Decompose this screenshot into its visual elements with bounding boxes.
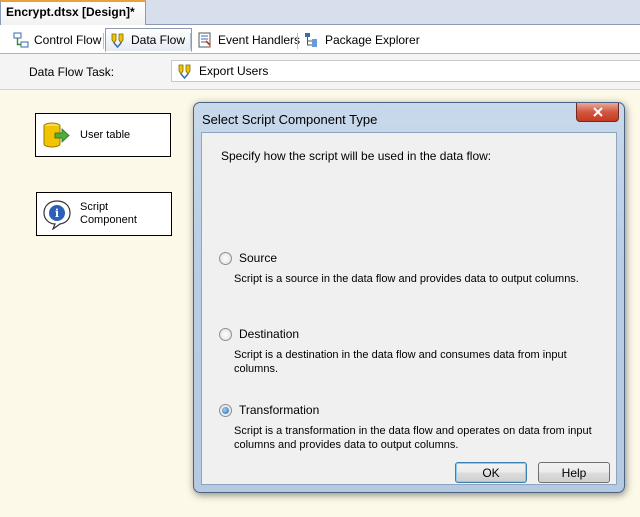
source-label[interactable]: Source <box>239 251 277 265</box>
tab-label: Control Flow <box>34 33 102 47</box>
dialog-title: Select Script Component Type <box>202 112 378 127</box>
tab-separator <box>297 33 298 49</box>
database-source-icon <box>43 122 70 148</box>
data-flow-task-dropdown[interactable]: Export Users <box>171 60 640 82</box>
dialog-body: Specify how the script will be used in t… <box>201 132 617 485</box>
tab-label: Package Explorer <box>325 33 420 47</box>
data-flow-task-label: Data Flow Task: <box>29 65 115 79</box>
control-flow-icon <box>13 32 29 48</box>
dialog-instruction: Specify how the script will be used in t… <box>221 149 492 163</box>
tab-event-handlers[interactable]: Event Handlers <box>193 29 306 51</box>
help-button[interactable]: Help <box>538 462 610 483</box>
tab-label: Data Flow <box>131 33 186 47</box>
svg-text:i: i <box>55 207 59 220</box>
transformation-description-line2: columns and provides data to output colu… <box>234 439 459 451</box>
component-user-table[interactable]: User table <box>35 113 171 157</box>
component-label-line2: Component <box>80 214 137 226</box>
ok-button[interactable]: OK <box>455 462 527 483</box>
transformation-label[interactable]: Transformation <box>239 403 319 417</box>
script-component-icon: i <box>43 200 71 230</box>
source-description: Script is a source in the data flow and … <box>234 273 579 285</box>
package-explorer-icon <box>305 33 317 47</box>
tab-separator <box>103 33 104 49</box>
tab-control-flow[interactable]: Control Flow <box>9 29 107 51</box>
transformation-radio[interactable] <box>219 403 232 417</box>
close-button[interactable] <box>576 103 619 122</box>
data-flow-task-icon <box>178 64 191 79</box>
tab-label: Event Handlers <box>218 33 301 47</box>
event-handlers-icon <box>198 32 211 48</box>
destination-label[interactable]: Destination <box>239 327 299 341</box>
transformation-description-line1: Script is a transformation in the data f… <box>234 425 592 437</box>
component-label: Script Component <box>80 201 137 227</box>
select-script-component-type-dialog: Select Script Component Type Specify how… <box>193 102 625 493</box>
tab-data-flow[interactable]: Data Flow <box>105 28 193 52</box>
tab-package-explorer[interactable]: Package Explorer <box>300 29 426 51</box>
data-flow-task-bar: Data Flow Task: Export Users <box>0 54 640 90</box>
document-tab-encrypt[interactable]: Encrypt.dtsx [Design]* <box>0 0 146 25</box>
destination-description: Script is a destination in the data flow… <box>234 349 567 375</box>
component-script[interactable]: i Script Component <box>36 192 172 236</box>
component-label: User table <box>80 128 131 141</box>
source-radio[interactable] <box>219 251 232 265</box>
option-destination[interactable]: Destination <box>219 327 299 341</box>
data-flow-icon <box>111 33 124 48</box>
designer-tabs: Control Flow Data Flow Event Handlers Pa… <box>0 25 640 54</box>
selected-task-name: Export Users <box>199 64 269 78</box>
option-transformation[interactable]: Transformation <box>219 403 319 417</box>
component-label-line1: Script <box>80 201 109 213</box>
destination-radio[interactable] <box>219 327 232 341</box>
close-icon <box>592 107 603 117</box>
tab-separator <box>190 33 191 49</box>
document-tab-strip: Encrypt.dtsx [Design]* <box>0 0 640 25</box>
transformation-description: Script is a transformation in the data f… <box>234 424 604 452</box>
option-source[interactable]: Source <box>219 251 277 265</box>
